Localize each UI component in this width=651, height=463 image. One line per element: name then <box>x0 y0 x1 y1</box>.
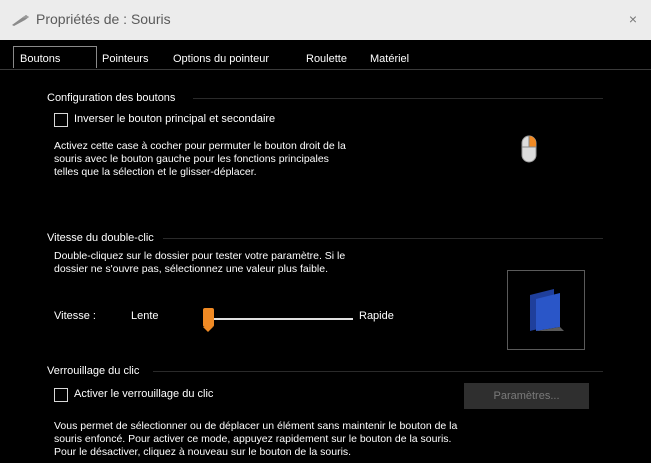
title-bar: Propriétés de : Souris × <box>0 0 651 40</box>
folder-icon <box>530 289 564 331</box>
group-title-click-lock: Verrouillage du clic <box>47 365 140 377</box>
mouse-icon <box>521 135 537 163</box>
speed-label: Vitesse : <box>54 310 96 322</box>
double-click-description: Double-cliquez sur le dossier pour teste… <box>54 250 345 276</box>
description-line: Vous permet de sélectionner ou de déplac… <box>54 420 458 432</box>
tab-panel-boutons: Configuration des boutons Inverser le bo… <box>13 70 641 463</box>
speed-slider-thumb[interactable] <box>203 308 214 332</box>
description-line: Pour le désactiver, cliquez à nouveau su… <box>54 446 352 458</box>
tab-options-pointeur[interactable]: Options du pointeur <box>173 53 269 66</box>
speed-slider-track[interactable] <box>203 318 353 320</box>
description-line: souris enfoncé. Pour activer ce mode, ap… <box>54 433 452 445</box>
tab-materiel[interactable]: Matériel <box>370 53 409 66</box>
speed-fast-label: Rapide <box>359 310 394 322</box>
group-divider <box>163 238 603 239</box>
swap-buttons-label[interactable]: Inverser le bouton principal et secondai… <box>74 113 275 125</box>
group-divider <box>193 98 603 99</box>
window-title: Propriétés de : Souris <box>36 11 171 27</box>
group-title-double-click: Vitesse du double-clic <box>47 232 154 244</box>
group-divider <box>153 371 603 372</box>
description-line: Activez cette case à cocher pour permute… <box>54 140 346 152</box>
speed-slow-label: Lente <box>131 310 159 322</box>
click-lock-settings-button: Paramètres... <box>464 383 589 409</box>
group-title-button-config: Configuration des boutons <box>47 92 176 104</box>
tab-bar: Boutons Pointeurs Options du pointeur Ro… <box>0 40 651 70</box>
test-folder-area[interactable] <box>507 270 585 350</box>
description-line: Double-cliquez sur le dossier pour teste… <box>54 250 346 262</box>
description-line: souris avec le bouton gauche pour les fo… <box>54 153 329 165</box>
tab-roulette[interactable]: Roulette <box>306 53 347 66</box>
tab-pointeurs[interactable]: Pointeurs <box>102 53 148 66</box>
description-line: dossier ne s'ouvre pas, sélectionnez une… <box>54 263 328 275</box>
button-config-description: Activez cette case à cocher pour permute… <box>54 140 346 179</box>
description-line: telles que la sélection et le glisser-dé… <box>54 166 257 178</box>
close-button[interactable]: × <box>629 11 637 27</box>
click-lock-checkbox[interactable] <box>54 388 68 402</box>
swap-buttons-checkbox[interactable] <box>54 113 68 127</box>
mouse-pointer-icon <box>12 15 29 26</box>
click-lock-description: Vous permet de sélectionner ou de déplac… <box>54 420 457 459</box>
click-lock-label[interactable]: Activer le verrouillage du clic <box>74 388 213 400</box>
tab-boutons[interactable]: Boutons <box>13 46 97 68</box>
